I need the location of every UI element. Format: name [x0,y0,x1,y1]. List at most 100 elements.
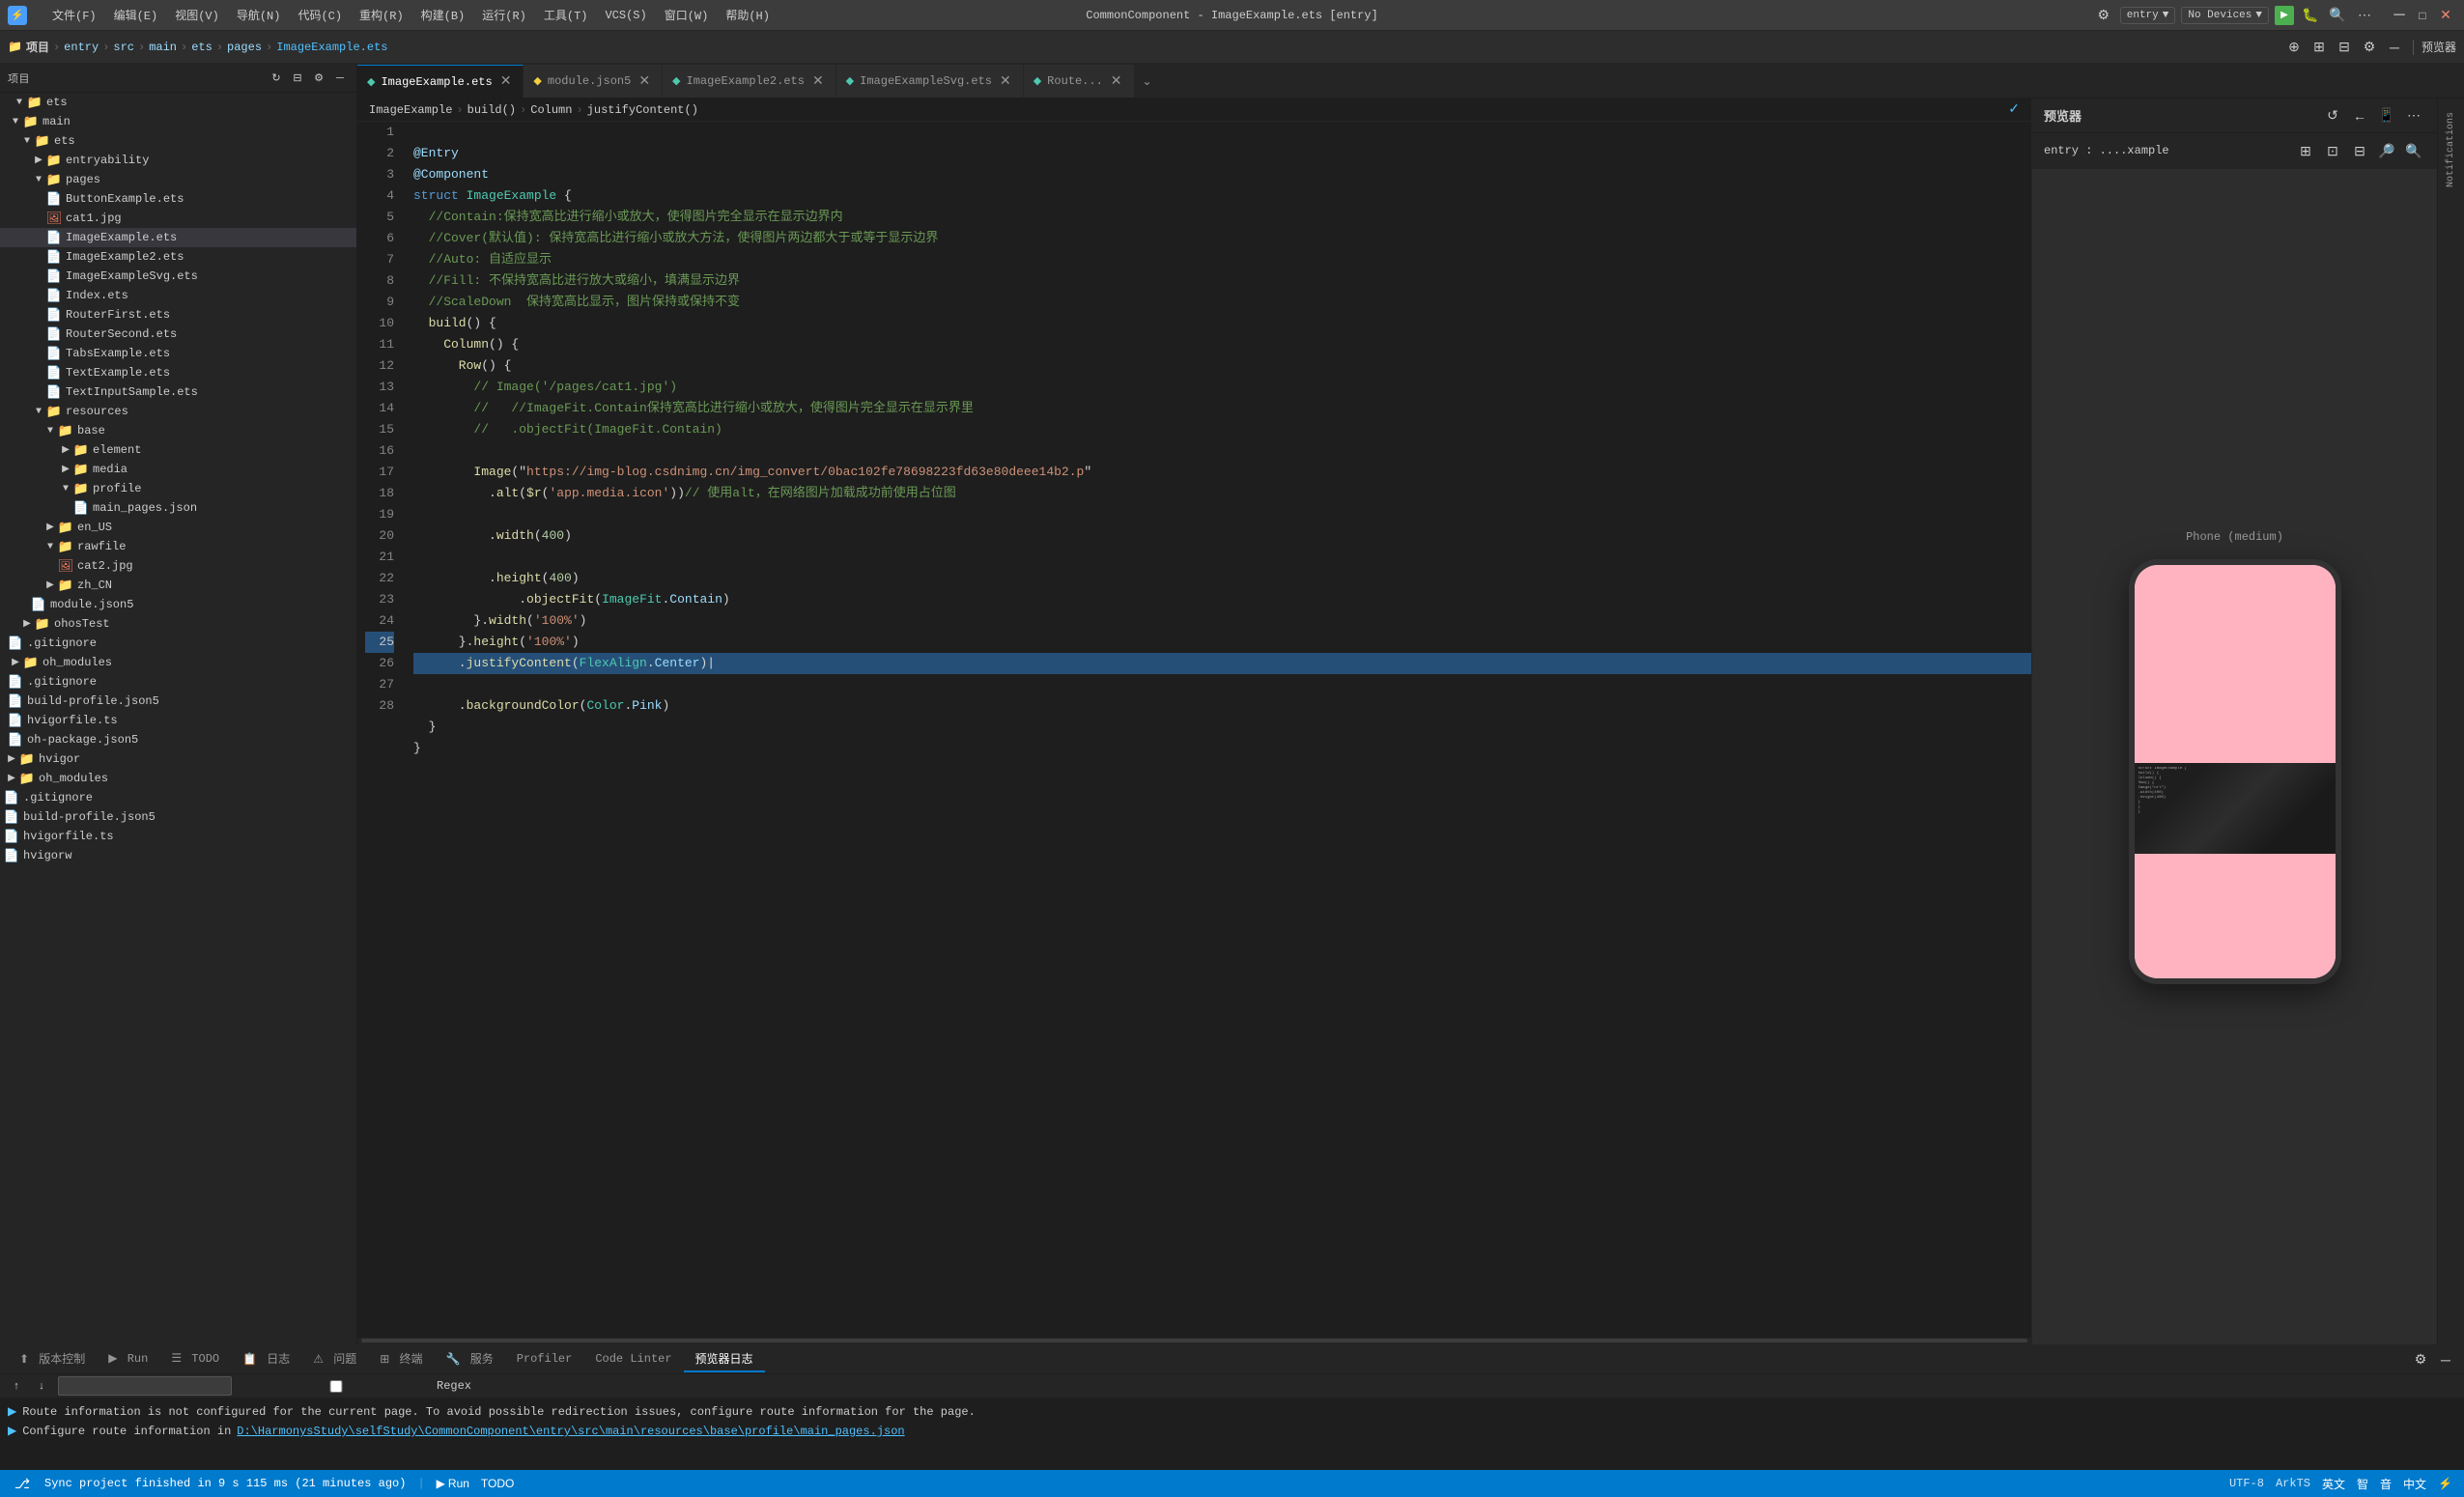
tree-item-gitignore3[interactable]: 📄 .gitignore [0,788,356,807]
editor-scrollbar[interactable] [357,1337,2031,1344]
menu-edit[interactable]: 编辑(E) [106,5,166,25]
editor-bc-build[interactable]: build() [467,103,516,117]
search-up-icon[interactable]: ↑ [8,1377,25,1395]
preview-phone-icon[interactable]: 📱 [2375,104,2398,127]
tab-imageexamplesvg[interactable]: ◆ ImageExampleSvg.ets ✕ [836,65,1024,98]
menu-code[interactable]: 代码(C) [290,5,350,25]
bc-pages[interactable]: pages [227,41,262,54]
preview-grid-icon[interactable]: ⊟ [2348,139,2371,162]
tree-item-ohostest[interactable]: ▶ 📁 ohosTest [0,614,356,634]
tree-item-index[interactable]: 📄 Index.ets [0,286,356,305]
preview-more-icon[interactable]: ⋯ [2402,104,2425,127]
bottom-tab-previewlog[interactable]: 预览器日志 [684,1346,765,1372]
bottom-tab-service[interactable]: 🔧 服务 [435,1346,505,1372]
menu-help[interactable]: 帮助(H) [718,5,778,25]
preview-zoom-in-icon[interactable]: 🔍 [2402,139,2425,162]
menu-refactor[interactable]: 重构(R) [352,5,411,25]
tree-item-pages[interactable]: ▼ 📁 pages [0,170,356,189]
bottom-tab-wenti[interactable]: ⚠ 问题 [301,1346,368,1372]
tree-item-profile[interactable]: ▼ 📁 profile [0,479,356,498]
bc-src[interactable]: src [113,41,134,54]
tab-route[interactable]: ◆ Route... ✕ [1024,65,1135,98]
tab-close-icon[interactable]: ✕ [498,73,514,90]
tab-more-btn[interactable]: ⌄ [1135,65,1160,98]
tree-item-buildprofile[interactable]: 📄 build-profile.json5 [0,692,356,711]
bottom-tab-linter[interactable]: Code Linter [583,1348,683,1371]
tree-item-routerfirst[interactable]: 📄 RouterFirst.ets [0,305,356,325]
tree-item-ohpackage[interactable]: 📄 oh-package.json5 [0,730,356,749]
editor-bc-imageexample[interactable]: ImageExample [369,103,452,117]
bottom-search-input[interactable] [58,1376,232,1396]
bc-file[interactable]: ImageExample.ets [276,41,387,54]
entry-selector[interactable]: entry ▼ [2120,7,2176,24]
maximize-button[interactable]: □ [2412,5,2433,26]
tree-item-buildprofile2[interactable]: 📄 build-profile.json5 [0,807,356,827]
tree-item-hvigorfile2[interactable]: 📄 hvigorfile.ts [0,827,356,846]
tree-item-tabsexample[interactable]: 📄 TabsExample.ets [0,344,356,363]
preview-icon[interactable]: ⊕ [2283,37,2305,58]
tree-item-imageexamplesvg[interactable]: 📄 ImageExampleSvg.ets [0,267,356,286]
todo-status-btn[interactable]: TODO [481,1477,514,1490]
tree-item-resources[interactable]: ▼ 📁 resources [0,402,356,421]
close-button[interactable]: ✕ [2435,5,2456,26]
split-view-icon[interactable]: ⊞ [2308,37,2330,58]
bc-main[interactable]: main [149,41,177,54]
tree-item-ets-root[interactable]: ▼ 📁 ets [0,93,356,112]
tree-item-textexample[interactable]: 📄 TextExample.ets [0,363,356,382]
preview-refresh-icon[interactable]: ↺ [2321,104,2344,127]
close-sidebar-icon[interactable]: ─ [331,70,349,87]
tree-item-cat1[interactable]: 🖼 cat1.jpg [0,209,356,228]
bottom-tab-rizi[interactable]: 📋 日志 [231,1346,301,1372]
tree-item-media[interactable]: ▶ 📁 media [0,460,356,479]
more-tools-icon[interactable]: ⋯ [2354,5,2375,26]
tree-item-buttonexample[interactable]: 📄 ButtonExample.ets [0,189,356,209]
tab-imageexample2[interactable]: ◆ ImageExample2.ets ✕ [663,65,836,98]
tree-item-rawfile[interactable]: ▼ 📁 rawfile [0,537,356,556]
tree-item-ets[interactable]: ▼ 📁 ets [0,131,356,151]
bottom-tab-profiler[interactable]: Profiler [505,1348,584,1371]
debug-icon[interactable]: 🐛 [2300,5,2321,26]
collapse-tree-icon[interactable]: ⊟ [289,70,306,87]
menu-nav[interactable]: 导航(N) [229,5,289,25]
tree-item-imageexample2[interactable]: 📄 ImageExample2.ets [0,247,356,267]
bottom-tab-run[interactable]: ▶ Run [97,1347,159,1371]
bc-ets[interactable]: ets [191,41,212,54]
menu-vcs[interactable]: VCS(S) [597,7,654,24]
tree-item-base[interactable]: ▼ 📁 base [0,421,356,440]
regex-checkbox[interactable] [240,1380,433,1393]
settings2-icon[interactable]: ⚙ [2359,37,2380,58]
regex-label[interactable]: Regex [240,1379,471,1393]
preview-toggle-icon[interactable]: ⊞ [2294,139,2317,162]
tab-close-icon[interactable]: ✕ [637,73,652,90]
tree-item-main[interactable]: ▼ 📁 main [0,112,356,131]
minus-icon[interactable]: ─ [2384,37,2405,58]
tree-item-oh-modules2[interactable]: ▶ 📁 oh_modules [0,769,356,788]
tree-item-hvigor[interactable]: ▶ 📁 hvigor [0,749,356,769]
tree-item-en-us[interactable]: ▶ 📁 en_US [0,518,356,537]
tree-item-cat2[interactable]: 🖼 cat2.jpg [0,556,356,576]
minimize-button[interactable]: ─ [2389,5,2410,26]
tree-item-mainpages[interactable]: 📄 main_pages.json [0,498,356,518]
tree-item-hvigorw[interactable]: 📄 hvigorw [0,846,356,865]
settings-tree-icon[interactable]: ⚙ [310,70,327,87]
tree-item-zh-cn[interactable]: ▶ 📁 zh_CN [0,576,356,595]
run-button[interactable]: ▶ [2275,6,2294,25]
device-selector[interactable]: No Devices ▼ [2181,7,2269,24]
menu-build[interactable]: 构建(B) [413,5,473,25]
tree-item-routersecond[interactable]: 📄 RouterSecond.ets [0,325,356,344]
bottom-tab-log[interactable]: ⬆ 版本控制 [8,1346,97,1372]
tab-close-icon[interactable]: ✕ [1109,73,1124,90]
tree-item-entryability[interactable]: ▶ 📁 entryability [0,151,356,170]
menu-tools[interactable]: 工具(T) [536,5,596,25]
bottom-settings-icon[interactable]: ⚙ [2410,1349,2431,1370]
tab-modulejson[interactable]: ◆ module.json5 ✕ [524,65,663,98]
tree-item-hvigorfile[interactable]: 📄 hvigorfile.ts [0,711,356,730]
preview-layout-icon[interactable]: ⊡ [2321,139,2344,162]
menu-view[interactable]: 视图(V) [167,5,227,25]
tree-item-gitignore[interactable]: 📄 .gitignore [0,634,356,653]
preview-label-btn[interactable]: 预览器 [2422,39,2456,55]
menu-run[interactable]: 运行(R) [474,5,534,25]
tree-item-element[interactable]: ▶ 📁 element [0,440,356,460]
tree-item-gitignore2[interactable]: 📄 .gitignore [0,672,356,692]
preview-back-icon[interactable]: ← [2348,104,2371,127]
